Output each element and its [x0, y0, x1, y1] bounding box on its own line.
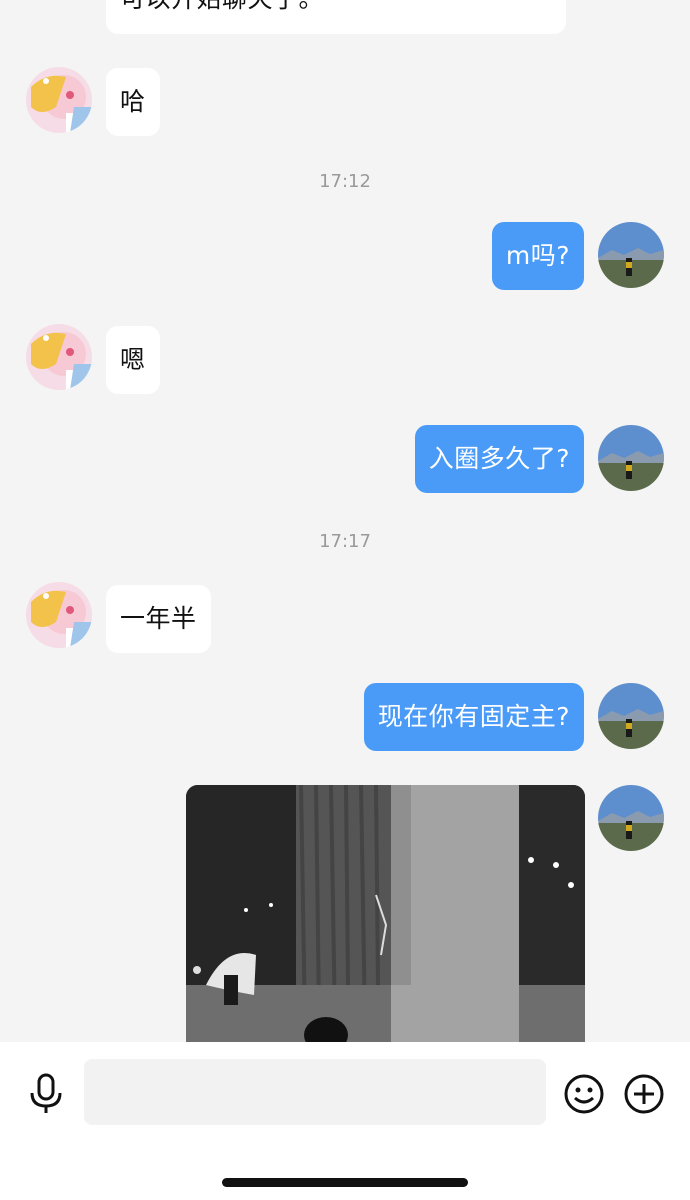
incoming-message-bubble[interactable]: 一年半: [106, 585, 211, 653]
my-avatar[interactable]: [598, 683, 664, 749]
incoming-message-bubble[interactable]: 哈: [106, 68, 160, 136]
landscape-avatar-image: [598, 785, 664, 851]
landscape-avatar-image: [598, 425, 664, 491]
my-avatar[interactable]: [598, 785, 664, 851]
smiley-icon[interactable]: [563, 1073, 605, 1115]
message-text: 一年半: [120, 604, 197, 633]
image-message[interactable]: [186, 785, 585, 1042]
message-text: 嗯: [120, 345, 146, 374]
outgoing-message-bubble[interactable]: 入圈多久了?: [414, 425, 584, 493]
contact-avatar[interactable]: [26, 582, 92, 648]
message-text: m吗?: [505, 241, 570, 270]
timestamp: 17:12: [319, 171, 371, 192]
chat-message-list[interactable]: 可以开始聊天了。 哈 17:12 m吗?: [0, 0, 690, 1042]
anime-avatar-image: [26, 67, 92, 133]
outgoing-message-bubble[interactable]: m吗?: [491, 222, 584, 290]
landscape-avatar-image: [598, 683, 664, 749]
my-avatar[interactable]: [598, 222, 664, 288]
landscape-avatar-image: [598, 222, 664, 288]
outgoing-message-bubble[interactable]: 现在你有固定主?: [363, 683, 584, 751]
contact-avatar[interactable]: [26, 67, 92, 133]
message-input[interactable]: [84, 1059, 546, 1125]
anime-avatar-image: [26, 324, 92, 390]
grayscale-photo: [186, 785, 585, 1042]
timestamp: 17:17: [319, 531, 371, 552]
message-text: 哈: [120, 87, 146, 116]
message-text: 入圈多久了?: [428, 444, 570, 473]
my-avatar[interactable]: [598, 425, 664, 491]
plus-circle-icon[interactable]: [623, 1073, 665, 1115]
contact-avatar[interactable]: [26, 324, 92, 390]
home-indicator[interactable]: [222, 1178, 468, 1187]
incoming-message-bubble[interactable]: 可以开始聊天了。: [106, 0, 566, 34]
incoming-message-bubble[interactable]: 嗯: [106, 326, 160, 394]
message-text: 现在你有固定主?: [377, 702, 570, 731]
message-text: 可以开始聊天了。: [120, 0, 324, 13]
microphone-icon[interactable]: [26, 1073, 66, 1115]
anime-avatar-image: [26, 582, 92, 648]
